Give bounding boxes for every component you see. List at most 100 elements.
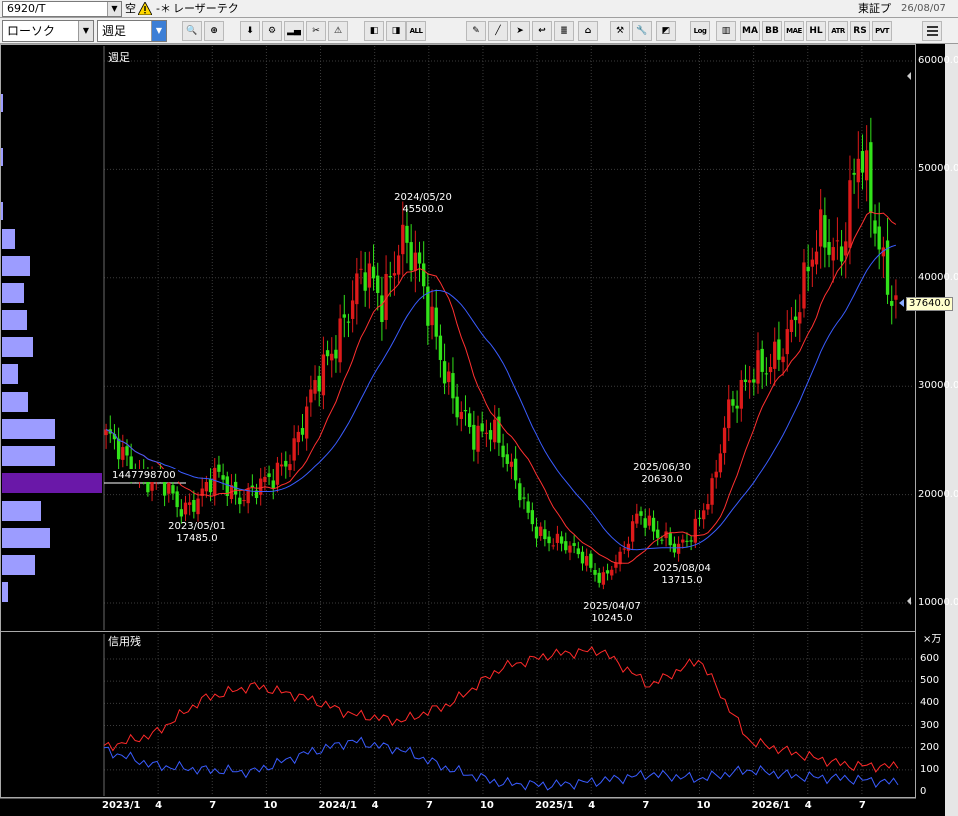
volume-profile-bar (2, 256, 30, 276)
candle-body (455, 396, 459, 418)
annotation-date: 2025/08/04 (653, 563, 711, 574)
candle-body (852, 172, 856, 175)
price-annotation: 2025/08/04 13715.0 (652, 563, 712, 587)
candle-body (309, 389, 313, 403)
margin-tick-label: 200 (920, 741, 940, 753)
candle-body (894, 295, 898, 300)
price-annotation: 2023/05/01 17485.0 (167, 521, 227, 545)
date-tick-label: 4 (588, 800, 596, 811)
candle-body (656, 529, 660, 538)
candle-body (422, 263, 426, 287)
candle-body (806, 266, 810, 272)
candle-body (589, 553, 593, 568)
candle-body (447, 371, 451, 383)
candle-body (480, 423, 484, 432)
chart-canvas (1, 46, 914, 796)
candle-body (313, 380, 317, 394)
candle-body (564, 541, 568, 551)
candle-body (752, 379, 756, 383)
date-tick-label: 2025/1 (535, 800, 574, 811)
candle-body (488, 430, 493, 440)
date-tick-label: 4 (804, 800, 812, 811)
candle-body (501, 445, 505, 458)
candle-body (747, 380, 752, 383)
candle-body (706, 504, 710, 510)
candle-body (363, 272, 367, 291)
candle-body (359, 268, 363, 270)
candle-body (522, 497, 526, 499)
candle-body (192, 499, 196, 512)
volume-peak-label: 1447798700 (110, 469, 178, 482)
candle-body (430, 306, 434, 326)
candle-body (271, 480, 275, 489)
candle-body (773, 341, 777, 369)
candle-body (735, 405, 739, 409)
candle-body (559, 536, 564, 544)
candle-body (710, 478, 714, 505)
candle-body (693, 518, 697, 543)
candle-body (635, 513, 639, 524)
annotation-date: 2025/04/07 (583, 601, 641, 612)
candle-body (204, 481, 209, 492)
date-tick-label: 7 (858, 800, 866, 811)
candle-body (476, 425, 480, 452)
candle-body (317, 375, 321, 392)
volume-profile-bar (2, 555, 35, 575)
candle-body (217, 464, 221, 472)
price-pointer-icon (899, 299, 904, 307)
candle-body (167, 483, 171, 494)
candle-body (275, 462, 280, 485)
margin-tick-label: 100 (920, 763, 940, 775)
candle-body (781, 356, 785, 363)
annotation-value: 13715.0 (661, 575, 703, 586)
candle-body (547, 536, 551, 544)
candle-body (802, 262, 806, 309)
candle-body (756, 350, 760, 384)
margin-tick-label: 300 (920, 719, 940, 731)
candle-body (697, 517, 702, 519)
candle-body (505, 454, 509, 464)
price-tick-label: 40000.0 (918, 271, 958, 283)
candle-body (438, 335, 443, 360)
candle-body (848, 180, 852, 248)
candle-body (325, 350, 330, 357)
volume-profile-tick (1, 148, 3, 166)
candle-body (580, 551, 585, 564)
volume-profile-bar (2, 419, 55, 439)
main-chart-label: 週足 (108, 51, 130, 64)
price-tick-label: 20000.0 (918, 488, 958, 500)
candle-body (267, 473, 271, 477)
candle-body (417, 252, 422, 264)
candle-body (647, 515, 652, 526)
candle-body (681, 539, 685, 543)
margin-tick-label: 0 (920, 786, 927, 797)
candle-body (530, 510, 535, 525)
candle-body (346, 321, 351, 323)
ma-long-line (105, 244, 897, 551)
date-tick-label: 4 (155, 800, 163, 811)
candle-body (584, 556, 589, 566)
candle-body (718, 453, 723, 473)
candle-body (555, 533, 560, 543)
annotation-date: 2023/05/01 (168, 521, 226, 532)
annotation-value: 45500.0 (402, 204, 444, 215)
candle-body (814, 251, 819, 265)
date-tick-label: 2023/1 (102, 800, 141, 811)
candle-body (685, 540, 689, 542)
volume-profile-bar (2, 446, 55, 466)
candle-body (639, 511, 643, 516)
volume-profile-bar (2, 501, 41, 521)
scroll-down-icon (907, 597, 911, 605)
candle-body (292, 438, 296, 461)
candle-body (350, 300, 355, 319)
ma-short-line (105, 211, 897, 564)
candle-body (827, 242, 831, 255)
candle-body (405, 225, 409, 243)
candle-body (702, 510, 706, 520)
price-annotation: 2025/06/30 20630.0 (632, 462, 692, 486)
candle-body (376, 275, 380, 293)
candle-body (610, 569, 614, 576)
volume-profile-bar (2, 392, 28, 412)
date-tick-label: 7 (209, 800, 217, 811)
candle-body (459, 411, 463, 419)
